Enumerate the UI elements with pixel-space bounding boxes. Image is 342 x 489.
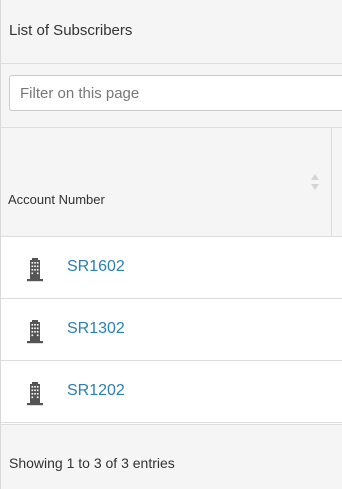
- filter-bar: [1, 64, 342, 128]
- account-link[interactable]: SR1202: [67, 382, 125, 400]
- subscribers-panel: List of Subscribers Account Number: [0, 0, 342, 489]
- entries-info: Showing 1 to 3 of 3 entries: [9, 455, 175, 471]
- account-link[interactable]: SR1302: [67, 320, 125, 338]
- filter-input[interactable]: [9, 75, 342, 111]
- panel-header: List of Subscribers: [1, 0, 342, 64]
- column-divider: [331, 128, 332, 237]
- table-footer: Showing 1 to 3 of 3 entries: [1, 424, 342, 489]
- column-header-label: Account Number: [8, 192, 105, 207]
- table-row: SR1602: [1, 237, 342, 299]
- sort-both-icon: [311, 174, 319, 190]
- table-header-row: Account Number: [1, 128, 342, 237]
- table-row: SR1302: [1, 299, 342, 361]
- panel-title: List of Subscribers: [9, 22, 133, 39]
- building-icon: [27, 382, 43, 406]
- building-icon: [27, 320, 43, 344]
- account-link[interactable]: SR1602: [67, 258, 125, 276]
- subscribers-table: Account Number SR1602 SR1302 SR1202: [1, 128, 342, 423]
- table-row: SR1202: [1, 361, 342, 423]
- column-header-account-number[interactable]: Account Number: [1, 128, 331, 236]
- building-icon: [27, 258, 43, 282]
